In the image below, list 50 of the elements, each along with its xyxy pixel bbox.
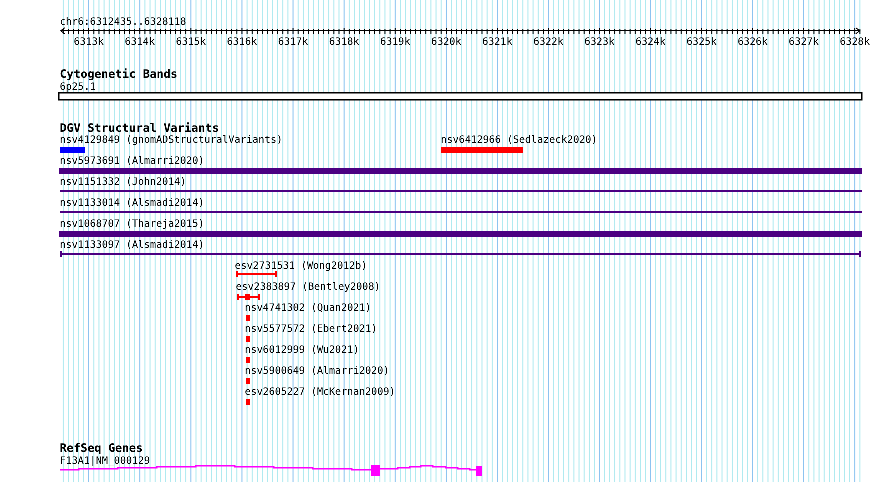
track-title: DGV Structural Variants: [60, 121, 220, 135]
ruler-tick-label: 6322k: [534, 37, 564, 48]
variant-block[interactable]: [246, 315, 250, 321]
feature-label[interactable]: nsv5973691 (Almarri2020): [60, 156, 204, 167]
variant-range[interactable]: [60, 251, 861, 257]
variant-line[interactable]: [60, 211, 862, 213]
ruler-tick-label: 6317k: [278, 37, 308, 48]
ruler-tick-label: 6314k: [125, 37, 156, 48]
feature-label[interactable]: nsv1068707 (Thareja2015): [60, 219, 204, 230]
feature-label[interactable]: esv2605227 (McKernan2009): [245, 387, 396, 398]
ruler-tick-label: 6316k: [227, 37, 258, 48]
ruler-tick-label: 6321k: [482, 37, 513, 48]
feature-label[interactable]: nsv6412966 (Sedlazeck2020): [441, 135, 598, 146]
ruler-tick-label: 6320k: [431, 37, 462, 48]
ruler-tick-label: 6327k: [788, 37, 820, 48]
region-location: chr6:6312435..6328118: [60, 17, 186, 28]
ruler-tick-label: 6319k: [380, 37, 410, 48]
feature-label[interactable]: nsv1151332 (John2014): [60, 177, 186, 188]
variant-bar[interactable]: [60, 147, 85, 153]
variant-block[interactable]: [246, 336, 250, 342]
variant-bar[interactable]: [441, 147, 523, 153]
gene-model[interactable]: [59, 465, 482, 476]
track-title: Cytogenetic Bands: [60, 67, 178, 81]
feature-label[interactable]: 6p25.1: [60, 82, 96, 93]
feature-label[interactable]: nsv1133014 (Alsmadi2014): [60, 198, 204, 209]
ruler-tick-label: 6324k: [636, 37, 666, 48]
variant-bar[interactable]: [59, 231, 862, 237]
ruler-tick-label: 6326k: [738, 37, 768, 48]
feature-label[interactable]: nsv5900649 (Almarri2020): [245, 366, 390, 377]
ruler-tick-label: 6323k: [584, 37, 615, 48]
feature-label[interactable]: nsv1133097 (Alsmadi2014): [60, 240, 204, 251]
variant-line[interactable]: [60, 190, 862, 192]
feature-label[interactable]: F13A1|NM_000129: [60, 456, 150, 467]
variant-bar[interactable]: [59, 168, 862, 174]
cytoband[interactable]: [58, 92, 863, 101]
variant-block[interactable]: [246, 378, 250, 384]
ruler-tick-label: 6315k: [176, 37, 206, 48]
feature-label[interactable]: nsv4741302 (Quan2021): [245, 303, 372, 314]
variant-block[interactable]: [246, 357, 250, 363]
feature-label[interactable]: nsv5577572 (Ebert2021): [245, 324, 378, 335]
feature-label[interactable]: esv2731531 (Wong2012b): [235, 261, 368, 272]
feature-label[interactable]: nsv4129849 (gnomADStructuralVariants): [60, 135, 283, 146]
ruler-tick-label: 6325k: [686, 37, 717, 48]
variant-block[interactable]: [246, 399, 250, 405]
track-title: RefSeq Genes: [60, 441, 144, 455]
ruler-tick-label: 6318k: [329, 37, 360, 48]
ruler-tick-label: 6328k: [840, 37, 870, 48]
feature-label[interactable]: esv2383897 (Bentley2008): [236, 282, 380, 293]
ruler-tick-label: 6313k: [74, 37, 104, 48]
feature-label[interactable]: nsv6012999 (Wu2021): [245, 345, 360, 356]
